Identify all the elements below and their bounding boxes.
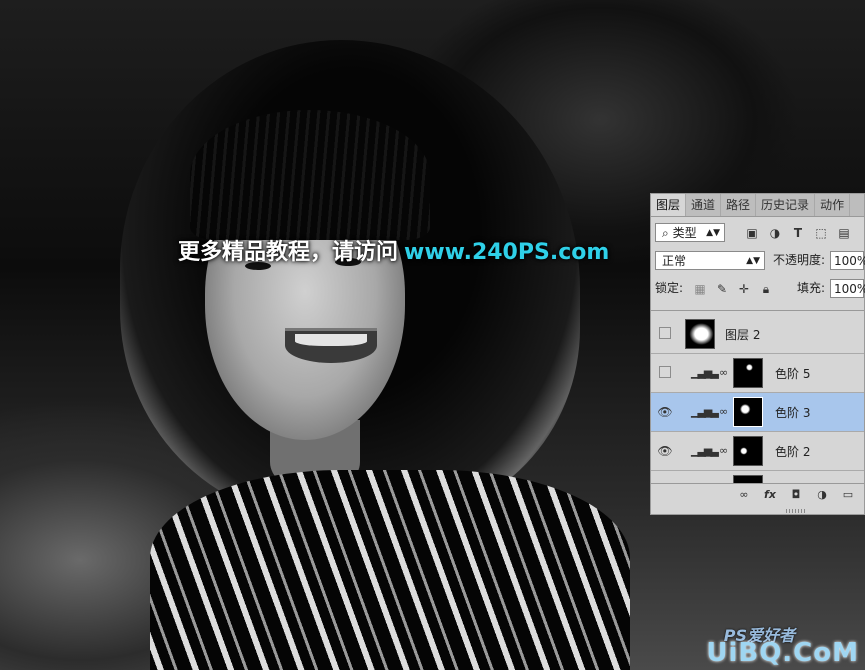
- resize-grip[interactable]: [786, 509, 806, 513]
- fill-label: 填充:: [797, 281, 826, 295]
- smart-object-filter-icon[interactable]: ▤: [837, 226, 851, 240]
- mask-thumbnail: [733, 358, 763, 388]
- fill-field[interactable]: 100%: [830, 279, 865, 298]
- lock-paint-icon[interactable]: ✎: [715, 282, 729, 296]
- blend-mode-value: 正常: [662, 254, 687, 268]
- layers-panel: 图层 通道 路径 历史记录 动作 ⌕ 类型 ▲▼ ▣ ◑ T ⬚ ▤ 正常 ▲▼…: [650, 193, 865, 515]
- mask-thumbnail: [733, 436, 763, 466]
- layers-list: 图层 2 ▁▃▅▃ ∞ 色阶 5 👁︎ ▁▃▅▃ ∞ 色阶 3 👁︎ ▁▃▅▃ …: [651, 310, 864, 486]
- layer-name: 图层 2: [725, 328, 761, 342]
- layers-panel-footer: ∞ fx ◘ ◑ ▭: [651, 483, 864, 506]
- corner-url: UiBQ.CoM: [706, 638, 859, 668]
- lock-position-icon[interactable]: ✛: [737, 282, 751, 296]
- mask-link-icon[interactable]: ∞: [719, 444, 728, 457]
- mask-link-icon[interactable]: ∞: [719, 405, 728, 418]
- watermark-url: www.240PS.com: [404, 240, 610, 265]
- tab-actions[interactable]: 动作: [815, 194, 851, 216]
- layer-name: 色阶 5: [775, 367, 811, 381]
- shape-filter-icon[interactable]: ⬚: [814, 226, 828, 240]
- tab-history[interactable]: 历史记录: [756, 194, 816, 216]
- subject-teeth: [295, 334, 367, 346]
- eye-icon[interactable]: 👁︎: [657, 444, 673, 458]
- watermark-text: 更多精品教程，请访问: [178, 240, 399, 265]
- lock-label: 锁定:: [655, 281, 684, 295]
- adjustment-filter-icon[interactable]: ◑: [768, 226, 782, 240]
- opacity-label: 不透明度:: [773, 253, 826, 267]
- new-group-icon[interactable]: ▭: [841, 488, 855, 502]
- layer-filter-select[interactable]: ⌕ 类型 ▲▼: [655, 223, 725, 242]
- layer-name: 色阶 2: [775, 445, 811, 459]
- corner-watermark: UiBQ.CoM: [706, 638, 859, 668]
- eye-icon[interactable]: 👁︎: [657, 405, 673, 419]
- levels-adjustment-icon: ▁▃▅▃: [691, 444, 719, 457]
- add-mask-icon[interactable]: ◘: [789, 488, 803, 502]
- visibility-toggle-off[interactable]: [659, 366, 671, 378]
- opacity-field[interactable]: 100%: [830, 251, 865, 270]
- link-layers-icon[interactable]: ∞: [737, 488, 751, 502]
- layer-row[interactable]: 👁︎ ▁▃▅▃ ∞ 色阶 2: [651, 432, 864, 471]
- mask-link-icon[interactable]: ∞: [719, 366, 728, 379]
- chevron-down-icon: ▲▼: [706, 228, 720, 238]
- subject-striped-shirt: [150, 470, 630, 670]
- levels-adjustment-icon: ▁▃▅▃: [691, 405, 719, 418]
- layer-row[interactable]: ▁▃▅▃ ∞ 色阶 5: [651, 354, 864, 393]
- lock-transparent-icon[interactable]: ▦: [693, 282, 707, 296]
- image-filter-icon[interactable]: ▣: [745, 226, 759, 240]
- visibility-toggle-off[interactable]: [659, 327, 671, 339]
- search-icon: ⌕: [662, 226, 669, 240]
- tab-paths[interactable]: 路径: [721, 194, 757, 216]
- levels-adjustment-icon: ▁▃▅▃: [691, 366, 719, 379]
- layer-row-selected[interactable]: 👁︎ ▁▃▅▃ ∞ 色阶 3: [651, 393, 864, 432]
- chevron-down-icon: ▲▼: [746, 256, 760, 266]
- fx-icon[interactable]: fx: [763, 488, 777, 502]
- mask-thumbnail: [733, 397, 763, 427]
- layer-thumbnail: [685, 319, 715, 349]
- type-filter-icon[interactable]: T: [791, 226, 805, 240]
- subject-bangs: [190, 110, 430, 240]
- new-adjustment-icon[interactable]: ◑: [815, 488, 829, 502]
- panel-tabs: 图层 通道 路径 历史记录 动作: [651, 194, 864, 217]
- tab-channels[interactable]: 通道: [686, 194, 722, 216]
- layer-name: 色阶 3: [775, 406, 811, 420]
- layer-filter-label: 类型: [672, 226, 697, 240]
- lock-all-icon[interactable]: 🔒︎: [759, 282, 773, 296]
- layer-row[interactable]: 图层 2: [651, 315, 864, 354]
- blend-mode-select[interactable]: 正常 ▲▼: [655, 251, 765, 270]
- tab-layers[interactable]: 图层: [651, 194, 687, 216]
- watermark-caption: 更多精品教程，请访问 www.240PS.com: [178, 234, 609, 266]
